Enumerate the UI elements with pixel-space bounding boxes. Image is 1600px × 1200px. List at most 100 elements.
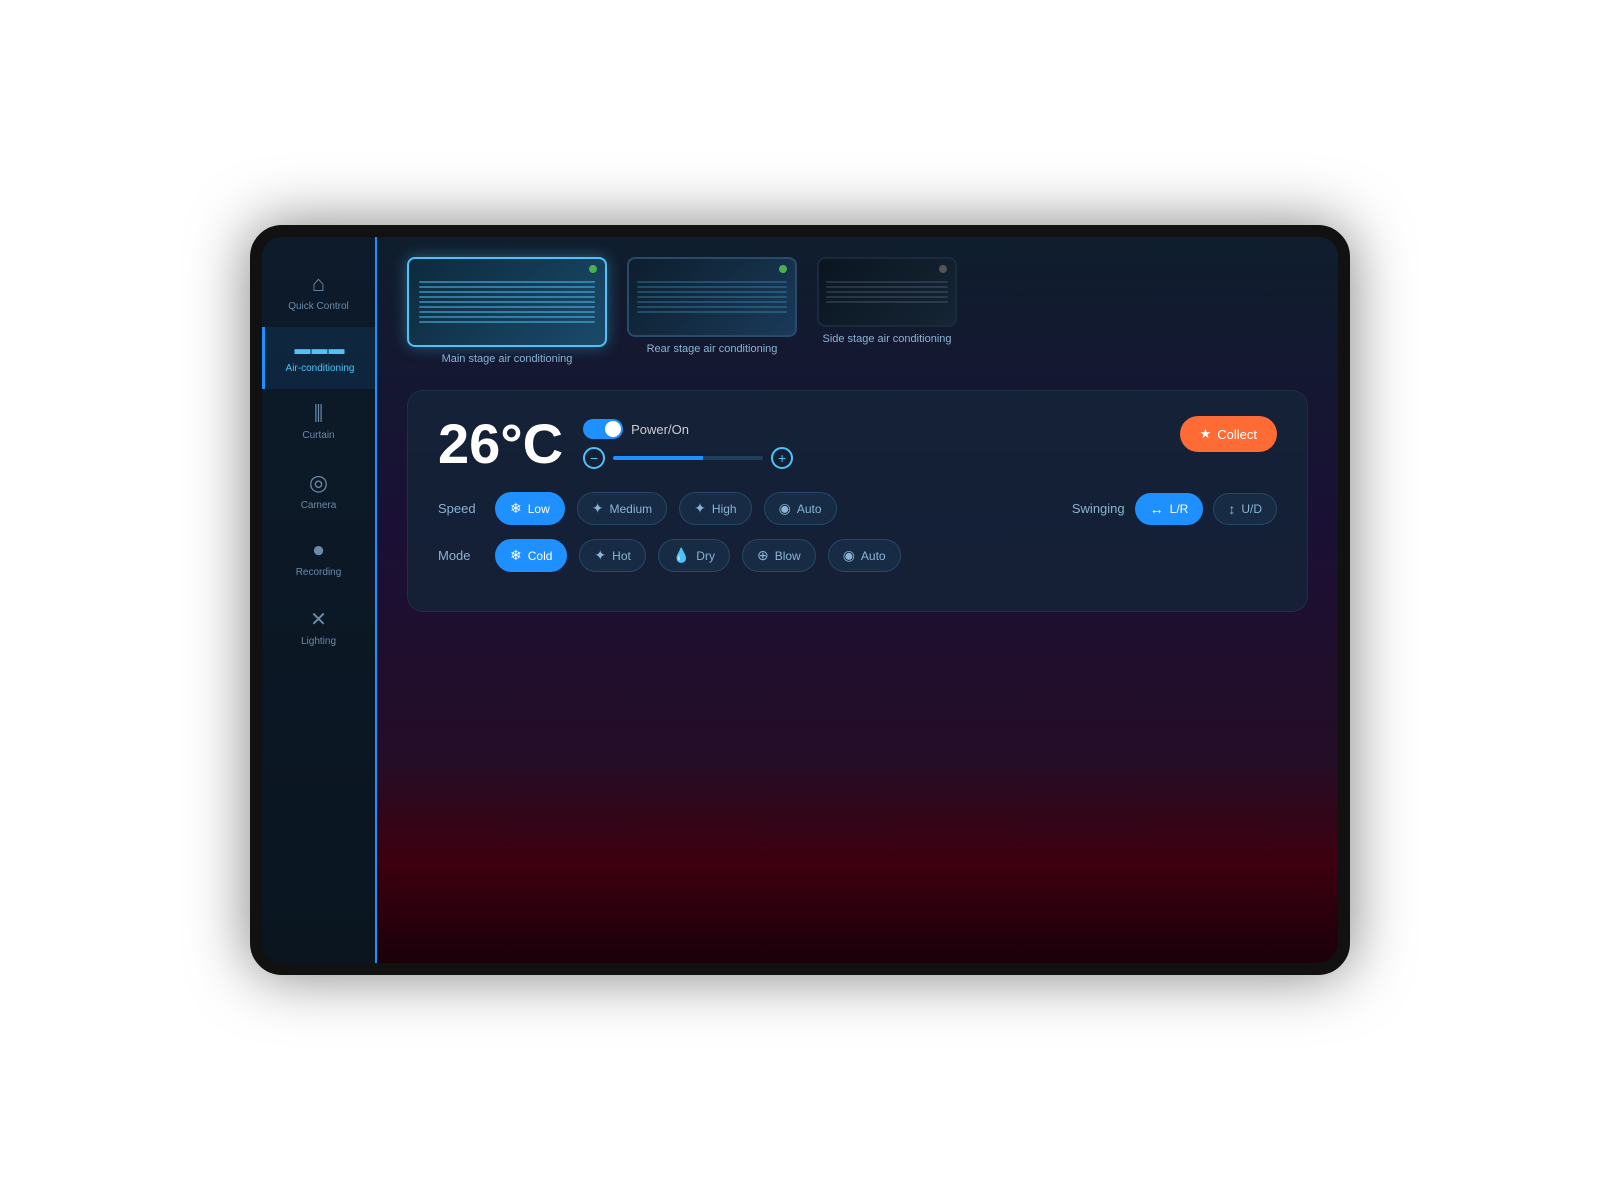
temp-decrease-button[interactable]: − [583,447,605,469]
vent [826,281,948,283]
vent [419,296,595,298]
sidebar-item-camera[interactable]: ◎ Camera [262,456,375,526]
curtain-icon: ⫼ [314,403,323,426]
ac-vents-rear [637,281,786,313]
camera-icon: ◎ [309,470,328,496]
ac-icon: ▬▬▬ [295,341,346,359]
fan-high-icon: ✦ [694,500,706,517]
vent [637,291,786,293]
control-panel: 26°C Power/On − + ★ [407,390,1308,612]
fan-medium-icon: ✦ [592,500,604,517]
temperature-display: 26°C [438,416,563,472]
sidebar-label-recording: Recording [296,567,342,579]
ac-unit-rear[interactable]: Rear stage air conditioning [627,257,797,365]
vent [419,306,595,308]
sidebar-item-recording[interactable]: ⏺ Recording [262,526,375,593]
sidebar: ⌂ Quick Control ▬▬▬ Air-conditioning ⫼ C… [262,237,377,963]
ac-vents-main [419,281,595,323]
vent [826,286,948,288]
sidebar-label-quick-control: Quick Control [288,301,349,313]
power-toggle[interactable] [583,419,623,439]
sidebar-label-camera: Camera [301,500,337,512]
mode-dry-button[interactable]: 💧 Dry [658,539,730,572]
vent [637,301,786,303]
swinging-ud-button[interactable]: ↕ U/D [1213,493,1277,525]
fan-auto-icon: ◉ [779,500,791,517]
fan-low-icon: ❄ [510,500,522,517]
mode-dry-icon: 💧 [673,547,690,564]
ac-unit-label-rear: Rear stage air conditioning [647,343,778,355]
speed-high-label: High [712,502,737,516]
mode-cold-button[interactable]: ❄ Cold [495,539,567,572]
speed-medium-label: Medium [609,502,652,516]
temp-controls: Power/On − + [583,419,793,469]
mode-cold-icon: ❄ [510,547,522,564]
home-icon: ⌂ [312,271,325,297]
mode-dry-label: Dry [696,549,715,563]
vent [419,301,595,303]
vent [637,296,786,298]
sidebar-item-quick-control[interactable]: ⌂ Quick Control [262,257,375,327]
mode-blow-button[interactable]: ⊕ Blow [742,539,816,572]
mode-hot-label: Hot [612,549,631,563]
vent [419,291,595,293]
lighting-icon: ✕ [310,607,327,632]
vent [419,281,595,283]
mode-hot-button[interactable]: ✦ Hot [579,539,645,572]
ac-units-row: Main stage air conditioning [407,257,1308,365]
speed-auto-button[interactable]: ◉ Auto [764,492,837,525]
swinging-lr-label: L/R [1170,502,1189,516]
power-label: Power/On [631,422,689,437]
temp-increase-button[interactable]: + [771,447,793,469]
speed-medium-button[interactable]: ✦ Medium [577,492,667,525]
main-content: Main stage air conditioning [377,237,1338,963]
swinging-label: Swinging [1072,501,1125,516]
speed-label: Speed [438,501,483,516]
vent [637,306,786,308]
mode-auto-label: Auto [861,549,886,563]
star-icon: ★ [1200,426,1212,442]
mode-control-row: Mode ❄ Cold ✦ Hot 💧 Dry ⊕ Blow [438,539,1277,572]
vent [419,316,595,318]
panel-top: 26°C Power/On − + ★ [438,416,1277,472]
ac-unit-label-side: Side stage air conditioning [822,333,951,345]
temp-bar[interactable] [613,456,763,460]
swinging-lr-button[interactable]: ↔ L/R [1135,493,1204,525]
sidebar-item-air-conditioning[interactable]: ▬▬▬ Air-conditioning [262,327,375,389]
sidebar-label-curtain: Curtain [302,430,334,442]
swinging-ud-label: U/D [1241,502,1262,516]
vent [826,291,948,293]
ac-status-dot-main [589,265,597,273]
recording-icon: ⏺ [314,540,324,563]
ac-unit-main[interactable]: Main stage air conditioning [407,257,607,365]
vent [637,281,786,283]
ac-status-dot-side [939,265,947,273]
vent [637,311,786,313]
device-frame: ⌂ Quick Control ▬▬▬ Air-conditioning ⫼ C… [250,225,1350,975]
sidebar-item-lighting[interactable]: ✕ Lighting [262,593,375,662]
vent [419,286,595,288]
vent [637,286,786,288]
ac-status-dot-rear [779,265,787,273]
mode-auto-button[interactable]: ◉ Auto [828,539,901,572]
speed-high-button[interactable]: ✦ High [679,492,751,525]
vent [826,301,948,303]
mode-blow-icon: ⊕ [757,547,769,564]
theatre-background [377,763,1338,963]
collect-button[interactable]: ★ Collect [1180,416,1277,452]
sidebar-item-curtain[interactable]: ⫼ Curtain [262,389,375,456]
ac-visual-main [407,257,607,347]
ac-vents-side [826,281,948,303]
vent [826,296,948,298]
power-toggle-row: Power/On [583,419,793,439]
sidebar-label-lighting: Lighting [301,636,336,648]
sidebar-label-air-conditioning: Air-conditioning [286,363,355,375]
collect-label: Collect [1217,427,1257,442]
speed-low-button[interactable]: ❄ Low [495,492,565,525]
mode-blow-label: Blow [775,549,801,563]
swinging-section: Swinging ↔ L/R ↕ U/D [1072,493,1277,525]
ac-unit-side[interactable]: Side stage air conditioning [817,257,957,365]
swinging-lr-icon: ↔ [1150,501,1164,517]
speed-control-row: Speed ❄ Low ✦ Medium ✦ High ◉ Auto [438,492,1277,525]
mode-label: Mode [438,548,483,563]
